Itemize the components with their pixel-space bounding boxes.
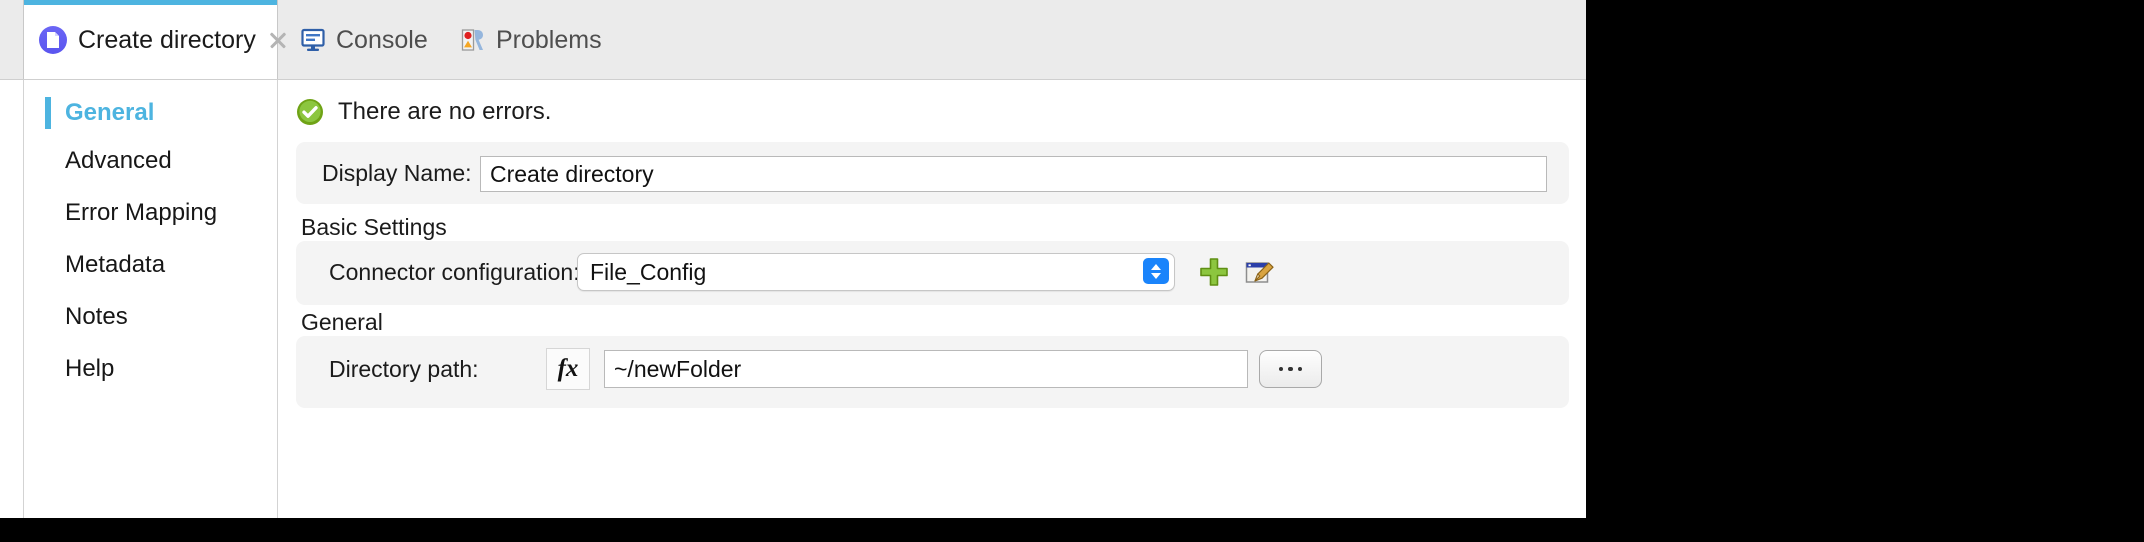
sidebar-item-notes[interactable]: Notes xyxy=(24,298,277,336)
connector-configuration-label: Connector configuration: xyxy=(329,259,580,285)
browse-button[interactable] xyxy=(1259,350,1322,388)
display-name-label: Display Name: xyxy=(322,160,472,186)
sidebar-item-label: Advanced xyxy=(65,147,172,174)
settings-sidebar: General Advanced Error Mapping Metadata … xyxy=(23,80,278,518)
sidebar-selection-marker xyxy=(45,97,51,129)
tab-active-accent-bar xyxy=(24,0,277,5)
sidebar-item-metadata[interactable]: Metadata xyxy=(24,246,277,284)
directory-path-label: Directory path: xyxy=(329,356,479,382)
general-section-title: General xyxy=(301,309,383,335)
sidebar-item-label: Help xyxy=(65,355,115,382)
ellipsis-dot xyxy=(1288,366,1293,372)
sidebar-item-general[interactable]: General xyxy=(24,94,277,132)
connector-configuration-select[interactable]: File_Config xyxy=(577,253,1175,291)
basic-settings-panel: Connector configuration: File_Config xyxy=(296,241,1569,305)
tab-console[interactable]: Console xyxy=(290,0,450,80)
status-message: There are no errors. xyxy=(338,98,552,125)
green-plus-icon[interactable] xyxy=(1198,256,1230,288)
properties-content-pane: There are no errors. Display Name: Creat… xyxy=(279,80,1586,518)
ellipsis-dot xyxy=(1297,366,1303,372)
node-properties-window: Create directory Console Problems Genera… xyxy=(0,0,1586,518)
sidebar-item-label: Notes xyxy=(65,303,128,330)
tab-bar: Create directory Console Problems xyxy=(0,0,1586,80)
sidebar-item-advanced[interactable]: Advanced xyxy=(24,142,277,180)
problems-icon xyxy=(460,27,486,53)
edit-pencil-icon[interactable] xyxy=(1243,256,1275,288)
tab-label: Console xyxy=(336,25,428,54)
fx-expression-button[interactable]: fx xyxy=(546,348,590,390)
tab-problems[interactable]: Problems xyxy=(450,0,615,80)
display-name-panel: Display Name: Create directory xyxy=(296,142,1569,204)
connector-configuration-value: File_Config xyxy=(590,258,707,285)
chevron-updown-icon[interactable] xyxy=(1143,258,1169,284)
ellipsis-dot xyxy=(1278,366,1284,372)
close-icon[interactable] xyxy=(267,29,289,51)
success-check-icon xyxy=(296,98,324,126)
sidebar-item-help[interactable]: Help xyxy=(24,350,277,388)
document-icon xyxy=(39,26,67,54)
directory-path-input[interactable]: ~/newFolder xyxy=(604,350,1248,388)
general-panel: Directory path: fx ~/newFolder xyxy=(296,336,1569,408)
sidebar-item-label: Error Mapping xyxy=(65,199,218,226)
status-row: There are no errors. xyxy=(296,98,551,126)
display-name-input[interactable]: Create directory xyxy=(480,156,1547,192)
tab-label: Create directory xyxy=(78,25,256,54)
console-icon xyxy=(300,27,326,53)
tab-create-directory[interactable]: Create directory xyxy=(23,0,278,80)
tab-label: Problems xyxy=(496,25,602,54)
sidebar-item-label: General xyxy=(65,99,155,126)
sidebar-item-label: Metadata xyxy=(65,251,166,278)
basic-settings-title: Basic Settings xyxy=(301,214,447,240)
sidebar-item-error-mapping[interactable]: Error Mapping xyxy=(24,194,277,232)
